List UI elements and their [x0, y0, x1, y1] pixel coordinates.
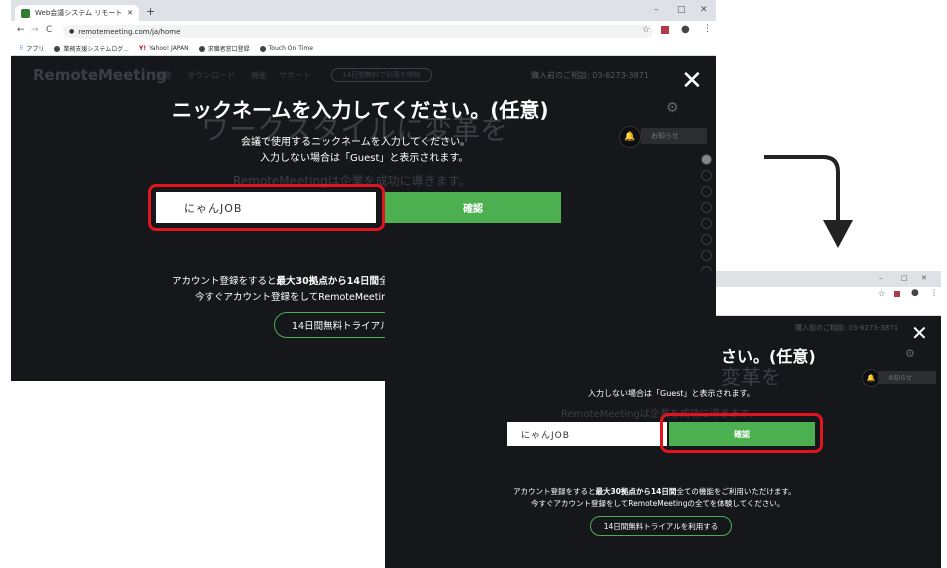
window-close-button[interactable]: ✕	[921, 274, 927, 282]
notice-label: お知らせ	[651, 132, 679, 140]
profile-icon[interactable]: ●	[681, 24, 690, 35]
nav-item: サポート	[279, 71, 311, 80]
promo-bold: 最大30拠点から14日間	[595, 487, 677, 496]
indicator-dot	[701, 250, 712, 261]
back-icon[interactable]: ←	[17, 25, 25, 35]
bookmark-label: Yahoo! JAPAN	[149, 45, 189, 52]
bookmarks-bar	[716, 303, 941, 316]
hero-title-fragment: 変革を	[721, 365, 781, 389]
window-maximize-button[interactable]: □	[677, 5, 686, 15]
window-minimize-button[interactable]: –	[654, 5, 659, 15]
star-icon[interactable]: ☆	[878, 289, 885, 298]
bookmark-label: アプリ	[26, 46, 45, 53]
url-text: remotemeeting.com/ja/home	[78, 27, 181, 36]
modal-description-2: 入力しない場合は「Guest」と表示されます。	[260, 153, 469, 164]
bookmark-item[interactable]: Y! Yahoo! JAPAN	[139, 45, 189, 52]
window-close-button[interactable]: ✕	[700, 5, 708, 15]
trial-label: 14日間無料トライアルを利用する	[603, 521, 719, 531]
settings-icons: ⚙	[905, 347, 915, 360]
nav-item: 機能	[251, 71, 267, 80]
bookmarks-bar: ⠿ アプリ 業務支援システムログ... Y! Yahoo! JAPAN 求職者窓口登…	[11, 42, 716, 56]
modal-title: ニックネームを入力してください。(任意)	[172, 98, 549, 122]
window-maximize-button[interactable]: □	[901, 274, 908, 282]
menu-icon[interactable]: ⋮	[930, 288, 938, 297]
bookmark-label: 業務支援システムログ...	[63, 46, 129, 53]
notice-bar: お知らせ	[641, 128, 707, 144]
promo-line-2: 今すぐアカウント登録をしてRemoteMeetingの全てを体験してください。	[531, 499, 785, 508]
bell-icon: 🔔	[619, 126, 641, 148]
notice-bar: お知らせ	[878, 371, 936, 384]
indicator-dot	[701, 170, 712, 181]
promo-line-1: アカウント登録をすると最大30拠点から14日間全ての機能をご利用いただけます。	[513, 486, 796, 497]
tab-title: Web会議システム リモートミーティング	[35, 9, 123, 17]
settings-icons: ⚙	[666, 100, 679, 116]
promo-text: アカウント登録をすると	[513, 487, 596, 496]
flow-arrow	[764, 155, 853, 248]
tab-close-icon[interactable]: ✕	[127, 9, 133, 17]
screenshot-after: – □ ✕ ☆ ● ⋮ 購入前のご相談: 03-6273-3871 ✕ さい。(…	[385, 271, 941, 568]
globe-icon	[54, 45, 61, 52]
promo-bold: 最大30拠点から14日間	[276, 276, 379, 287]
browser-toolbar: ☆ ● ⋮	[716, 287, 941, 303]
modal-description-1: 会議で使用するニックネームを入力してください。	[241, 137, 471, 148]
modal-description-2: 入力しない場合は「Guest」と表示されます。	[588, 389, 755, 398]
bookmark-item[interactable]: 求職者窓口登録	[198, 44, 250, 53]
notice-label: お知らせ	[888, 375, 912, 382]
indicator-dot	[701, 202, 712, 213]
clock-icon	[259, 45, 266, 52]
nav-trial: 14日間無料で利用を開始	[331, 68, 432, 82]
promo-text: 全ての機能をご利用いただけます。	[676, 487, 796, 496]
highlight-confirm-button	[660, 413, 823, 453]
indicator-dot	[701, 218, 712, 229]
extension-icon[interactable]	[661, 26, 669, 34]
modal-close-button[interactable]: ✕	[681, 68, 703, 94]
bookmark-item[interactable]: Touch On Time	[259, 45, 313, 52]
modal-close-button[interactable]: ✕	[911, 323, 928, 343]
trial-button[interactable]: 14日間無料トライアルを利用する	[590, 516, 732, 536]
bookmark-label: Touch On Time	[268, 45, 313, 52]
indicator-dot	[701, 154, 712, 165]
yahoo-icon: Y!	[138, 45, 147, 52]
confirm-button[interactable]: 確認	[385, 192, 561, 223]
promo-text: アカウント登録をすると	[172, 276, 277, 287]
star-icon[interactable]: ☆	[642, 25, 650, 35]
globe-icon	[198, 45, 205, 52]
nickname-value: にゃんJOB	[521, 430, 570, 441]
contact-info: 購入前のご相談: 03-6273-3871	[531, 71, 649, 80]
menu-icon[interactable]: ⋮	[703, 24, 712, 34]
profile-icon[interactable]: ●	[911, 288, 919, 298]
nav-item: ダウンロード	[187, 71, 235, 80]
site-logo: RemoteMeeting	[33, 66, 168, 84]
browser-tab-strip: – □ ✕	[716, 271, 941, 287]
browser-tab-strip: Web会議システム リモートミーティング ✕ + – □ ✕	[11, 0, 716, 21]
confirm-label: 確認	[463, 204, 483, 215]
browser-tab[interactable]: Web会議システム リモートミーティング ✕	[15, 5, 139, 21]
extension-icon[interactable]	[894, 291, 900, 297]
contact-info: 購入前のご相談: 03-6273-3871	[795, 324, 899, 332]
site-favicon	[21, 8, 30, 18]
indicator-dot	[701, 186, 712, 197]
nav-item: 料金	[156, 71, 172, 80]
window-minimize-button[interactable]: –	[879, 274, 883, 282]
lock-icon: ●	[69, 28, 75, 35]
indicator-dot	[701, 234, 712, 245]
address-bar[interactable]: ● remotemeeting.com/ja/home	[63, 25, 653, 38]
bookmark-apps[interactable]: ⠿ アプリ	[19, 44, 44, 53]
forward-icon[interactable]: →	[31, 25, 39, 35]
nickname-input[interactable]: にゃんJOB	[507, 422, 667, 446]
bookmark-label: 求職者窓口登録	[207, 46, 250, 53]
apps-grid-icon: ⠿	[19, 45, 24, 52]
highlight-nickname-input	[148, 184, 385, 231]
bookmark-item[interactable]: 業務支援システムログ...	[54, 44, 129, 53]
new-tab-button[interactable]: +	[146, 5, 155, 18]
reload-icon[interactable]: C	[46, 25, 52, 35]
browser-toolbar: ← → C ● remotemeeting.com/ja/home ☆ ● ⋮	[11, 21, 716, 42]
